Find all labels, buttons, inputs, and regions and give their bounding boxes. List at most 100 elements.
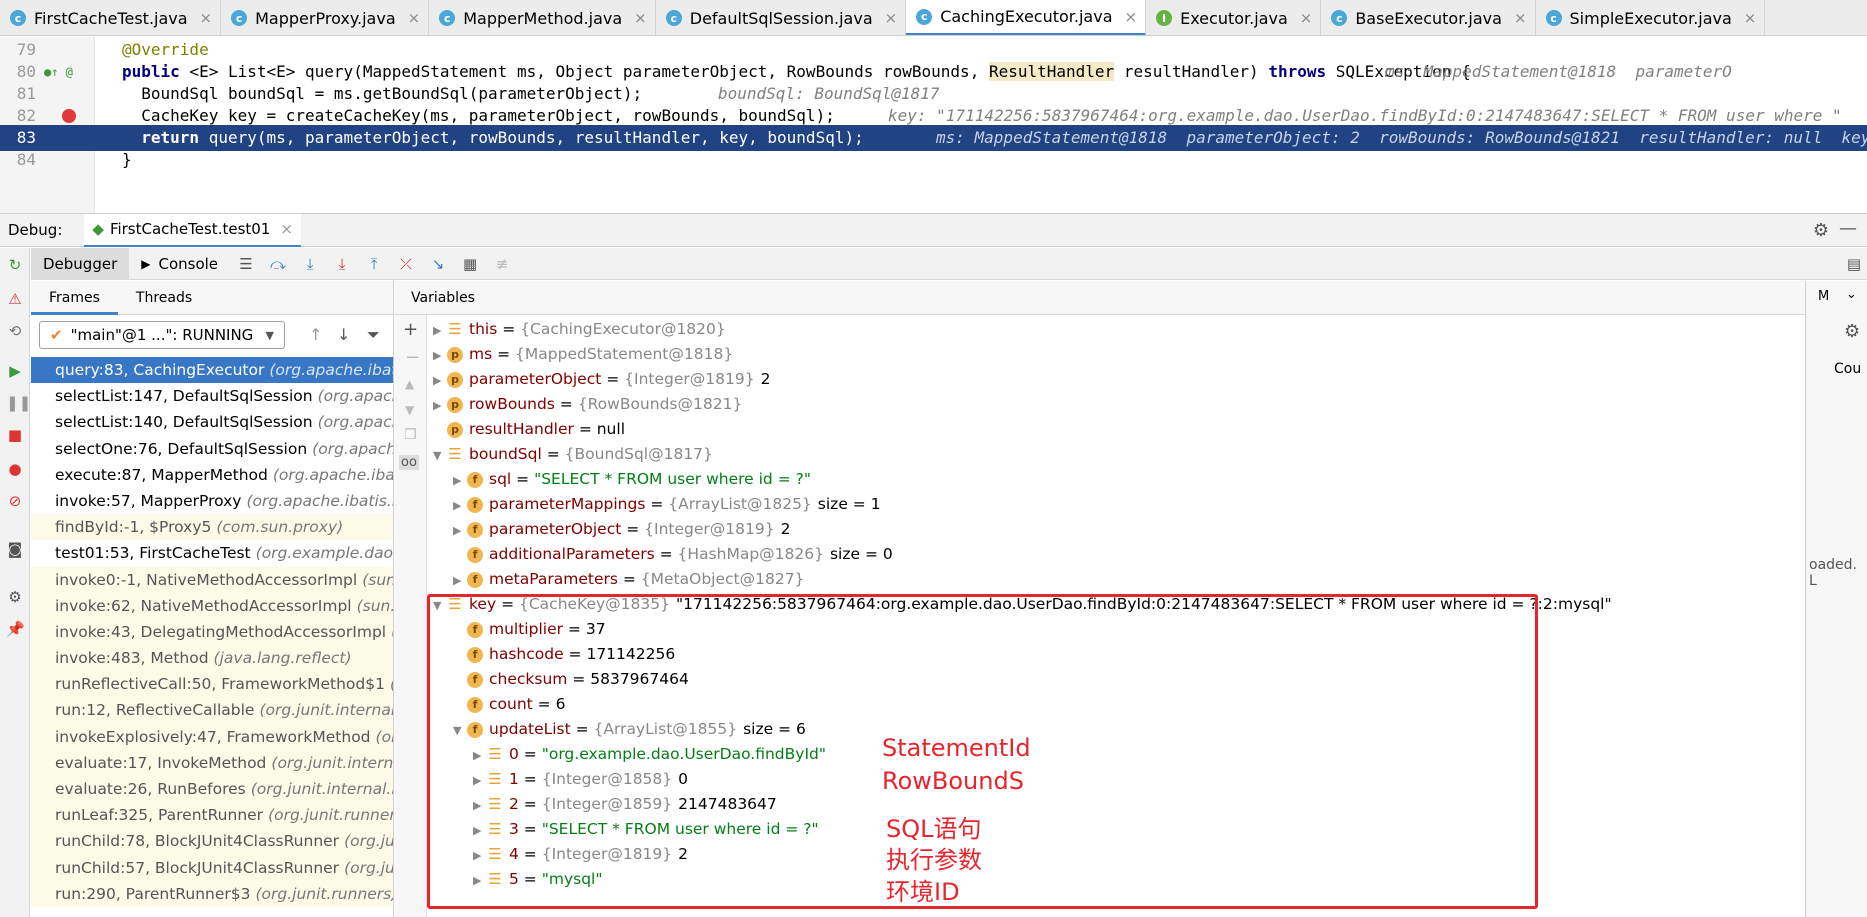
settings-icon[interactable]: ⚙	[6, 588, 24, 606]
debug-session-tab[interactable]: ◆ FirstCacheTest.test01 ×	[84, 213, 301, 247]
add-watch-icon[interactable]: +	[403, 319, 418, 340]
variable-row[interactable]: ▶ p parameterObject = {Integer@1819} 2	[433, 367, 770, 392]
mute-breakpoints-icon[interactable]: ⊘	[6, 492, 24, 510]
tab-firstcachetest[interactable]: c FirstCacheTest.java ×	[0, 0, 222, 35]
resume-icon[interactable]: ▶	[6, 362, 24, 380]
tab-executor[interactable]: I Executor.java ×	[1146, 0, 1322, 35]
variable-row[interactable]: ▶ f metaParameters = {MetaObject@1827}	[453, 567, 810, 592]
expand-icon[interactable]: ▶	[433, 368, 447, 393]
frame-item[interactable]: test01:53, FirstCacheTest (org.example.da…	[31, 540, 393, 566]
frame-item[interactable]: findById:-1, $Proxy5 (com.sun.proxy)	[31, 514, 393, 541]
frame-item[interactable]: query:83, CachingExecutor (org.apache.iba…	[31, 357, 393, 384]
gear-icon[interactable]: ⚙	[1844, 321, 1860, 342]
variable-row[interactable]: ▶ p rowBounds = {RowBounds@1821}	[433, 392, 748, 417]
close-icon[interactable]: ×	[280, 220, 293, 238]
pin-icon[interactable]: 📌	[6, 620, 25, 638]
frame-item[interactable]: runLeaf:325, ParentRunner (org.junit.runn…	[31, 802, 393, 829]
frame-item[interactable]: run:290, ParentRunner$3 (org.junit.runner…	[31, 880, 393, 907]
close-icon[interactable]: ×	[1300, 9, 1313, 27]
close-icon[interactable]: ×	[1514, 9, 1527, 27]
remove-watch-icon[interactable]: −	[405, 347, 420, 368]
tab-cachingexecutor[interactable]: c CachingExecutor.java ×	[906, 0, 1147, 35]
variable-row[interactable]: ▶ f sql = "SELECT * FROM user where id = ?…	[453, 467, 811, 492]
restore-layout-icon[interactable]: ⟲	[6, 322, 24, 340]
frame-item[interactable]: invoke:43, DelegatingMethodAccessorImpl(…	[31, 618, 393, 646]
expand-icon[interactable]: ▶	[433, 343, 447, 368]
expand-icon[interactable]: ▶	[433, 318, 447, 343]
variable-row[interactable]: ▶ ☰ this = {CachingExecutor@1820}	[433, 317, 732, 342]
frame-item[interactable]: invokeExplosively:47, FrameworkMethod(or…	[31, 723, 393, 750]
stop-icon[interactable]: ■	[6, 426, 24, 444]
view-breakpoints-icon[interactable]: ●	[6, 460, 24, 478]
step-into-icon[interactable]: ⤓	[299, 253, 321, 275]
minimize-icon[interactable]: —	[1839, 218, 1857, 239]
tab-console[interactable]: ▶ Console	[129, 248, 230, 280]
tab-simpleexecutor[interactable]: c SimpleExecutor.java ×	[1536, 0, 1766, 35]
frame-item[interactable]: evaluate:26, RunBefores (org.junit.intern…	[31, 776, 393, 803]
camera-icon[interactable]: ◙	[6, 540, 24, 558]
thread-select[interactable]: ✔ "main"@1 ...": RUNNING ▼	[39, 321, 285, 349]
frame-item[interactable]: evaluate:17, InvokeMethod (org.junit.inte…	[31, 749, 393, 776]
expand-icon[interactable]: ▶	[453, 568, 467, 593]
tab-baseexecutor[interactable]: c BaseExecutor.java ×	[1321, 0, 1536, 35]
tab-debugger[interactable]: Debugger	[31, 247, 130, 280]
tab-mappermethod[interactable]: c MapperMethod.java ×	[429, 0, 656, 35]
frame-item[interactable]: selectList:147, DefaultSqlSession (org.ap…	[31, 383, 393, 409]
frame-item[interactable]: runChild:78, BlockJUnit4ClassRunner (org.…	[31, 828, 393, 855]
tab-defaultsqlsession[interactable]: c DefaultSqlSession.java ×	[656, 0, 907, 35]
menu-icon[interactable]: ☰	[235, 253, 257, 275]
frame-item[interactable]: run:12, ReflectiveCallable (org.junit.int…	[31, 697, 393, 724]
expand-icon[interactable]: ▶	[453, 468, 467, 493]
rerun-failed-icon[interactable]: ⚠	[6, 290, 24, 308]
code-editor[interactable]: 79 @Override 80 public <E> List<E> query(Ma…	[0, 37, 1867, 213]
frame-item[interactable]: runChild:57, BlockJUnit4ClassRunner (org.…	[31, 854, 393, 881]
expand-icon[interactable]: ▶	[453, 518, 467, 543]
variable-row[interactable]: f additionalParameters = {HashMap@1826} si…	[453, 542, 893, 567]
tab-frames[interactable]: Frames	[31, 281, 118, 315]
frame-item[interactable]: invoke:62, NativeMethodAccessorImpl(sun.…	[31, 592, 393, 619]
frame-item[interactable]: runReflectiveCall:50, FrameworkMethod$1 (…	[31, 671, 393, 698]
close-icon[interactable]: ×	[1125, 8, 1138, 26]
step-out-icon[interactable]: ⤒	[363, 253, 385, 275]
frame-down-icon[interactable]: ↓	[337, 325, 350, 344]
variable-row[interactable]: ▼ ☰ boundSql = {BoundSql@1817}	[433, 442, 719, 467]
move-down-icon[interactable]: ▼	[405, 403, 414, 417]
close-icon[interactable]: ×	[200, 9, 213, 27]
breakpoint-icon[interactable]	[62, 109, 76, 123]
collapse-icon[interactable]: ▼	[433, 443, 447, 468]
expand-icon[interactable]: ▶	[433, 393, 447, 418]
layout-icon[interactable]: ▤	[1847, 255, 1861, 273]
variable-row[interactable]: ▶ p ms = {MappedStatement@1818}	[433, 342, 739, 367]
expand-icon[interactable]: ▶	[453, 493, 467, 518]
tab-mapperproxy[interactable]: c MapperProxy.java ×	[221, 0, 430, 35]
force-step-into-icon[interactable]: ⤓	[331, 253, 353, 275]
frame-item[interactable]: invoke0:-1, NativeMethodAccessorImpl(sun…	[31, 566, 393, 593]
frame-item[interactable]: execute:87, MapperMethod(org.apache.ibat…	[31, 462, 393, 488]
step-over-icon[interactable]: ⤼	[267, 253, 289, 275]
rerun-icon[interactable]: ↻	[6, 256, 24, 274]
run-to-cursor-icon[interactable]: ↘	[427, 253, 449, 275]
frame-item[interactable]: selectOne:76, DefaultSqlSession (org.apac…	[31, 436, 393, 462]
move-up-icon[interactable]: ▲	[405, 377, 414, 391]
trace-icon[interactable]: ≢	[491, 253, 513, 275]
pause-icon[interactable]: ❚❚	[6, 394, 31, 412]
close-icon[interactable]: ×	[885, 9, 898, 27]
drop-frame-icon[interactable]: ⤫	[395, 253, 417, 275]
close-icon[interactable]: ×	[1744, 9, 1757, 27]
chevron-down-icon[interactable]: ⌄	[1846, 287, 1857, 302]
glasses-icon[interactable]: oo	[399, 455, 419, 470]
evaluate-expression-icon[interactable]: ▦	[459, 253, 481, 275]
right-tab-label[interactable]: M	[1818, 289, 1829, 304]
frame-item[interactable]: invoke:57, MapperProxy (org.apache.ibatis…	[31, 488, 393, 514]
tab-threads[interactable]: Threads	[118, 281, 210, 315]
variable-row[interactable]: p resultHandler = null	[433, 417, 625, 442]
close-icon[interactable]: ×	[634, 9, 647, 27]
variable-row[interactable]: ▶ f parameterMappings = {ArrayList@1825} si…	[453, 492, 881, 517]
frame-item[interactable]: invoke:483, Method (java.lang.reflect)	[31, 645, 393, 672]
variable-row[interactable]: ▶ f parameterObject = {Integer@1819} 2	[453, 517, 790, 542]
code-line[interactable]: 84}	[0, 147, 1867, 173]
filter-icon[interactable]: ⏷	[367, 325, 380, 345]
frame-up-icon[interactable]: ↑	[309, 325, 322, 344]
close-icon[interactable]: ×	[408, 9, 421, 27]
copy-icon[interactable]: ❐	[404, 427, 417, 443]
